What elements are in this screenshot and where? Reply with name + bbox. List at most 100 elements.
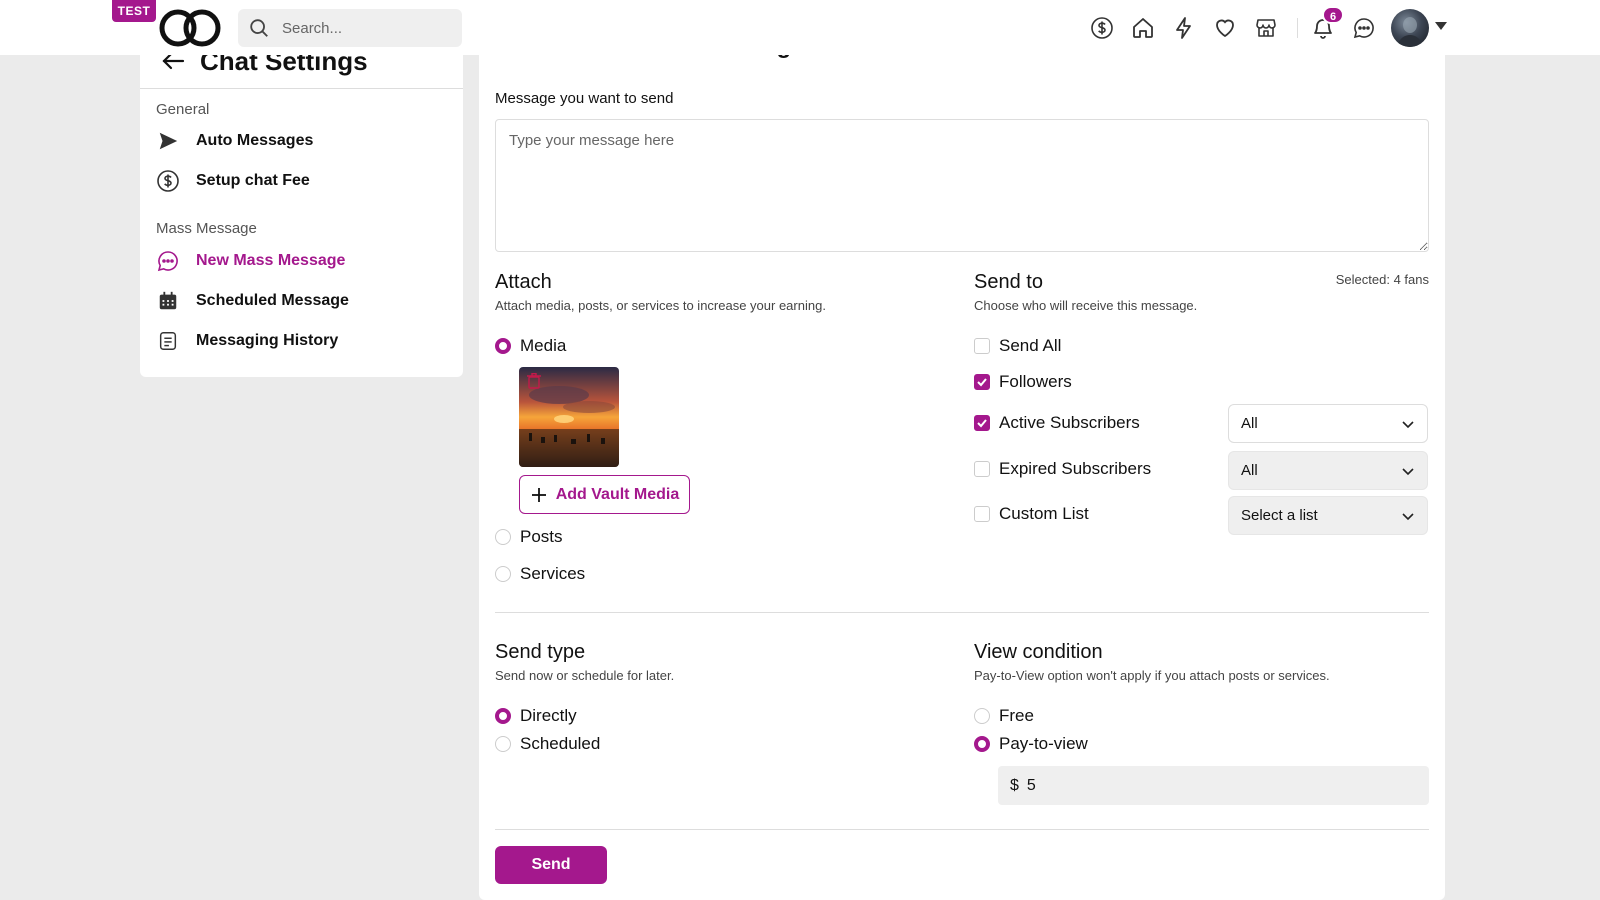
radio-button[interactable] [974, 708, 990, 724]
radio-button[interactable] [495, 529, 511, 545]
option-label: Free [999, 706, 1034, 725]
attached-media-thumbnail[interactable] [519, 367, 619, 467]
attach-option-posts[interactable]: Posts [495, 527, 563, 547]
attach-option-services[interactable]: Services [495, 564, 585, 584]
send-type-option-scheduled[interactable]: Scheduled [495, 734, 600, 754]
option-label: Send All [999, 336, 1062, 355]
custom-list-select[interactable]: Select a list [1228, 496, 1428, 535]
send-to-option-active-subscribers[interactable]: Active Subscribers [974, 413, 1140, 433]
select-value: All [1241, 415, 1258, 432]
checkmark-icon [977, 419, 987, 428]
dollar-icon[interactable] [1090, 16, 1114, 40]
send-type-subtitle: Send now or schedule for later. [495, 668, 675, 683]
option-label: Active Subscribers [999, 413, 1140, 432]
select-value: Select a list [1241, 507, 1318, 524]
sidebar-item-messaging-history[interactable]: Messaging History [156, 326, 338, 356]
nav-divider [1297, 18, 1298, 38]
active-subscribers-select[interactable]: All [1228, 404, 1428, 443]
logo-icon[interactable] [158, 8, 224, 48]
option-label: Directly [520, 706, 577, 725]
lightning-icon[interactable] [1172, 16, 1196, 40]
option-label: Media [520, 336, 567, 355]
sidebar-item-setup-chat-fee[interactable]: Setup chat Fee [156, 166, 310, 196]
expired-subscribers-select[interactable]: All [1228, 451, 1428, 490]
chevron-down-icon [1402, 420, 1414, 428]
notification-count-badge: 6 [1322, 6, 1344, 24]
view-condition-option-pay-to-view[interactable]: Pay-to-view [974, 734, 1088, 754]
calendar-icon [156, 289, 180, 313]
plus-icon [531, 487, 546, 502]
send-type-option-directly[interactable]: Directly [495, 706, 577, 726]
select-value: All [1241, 462, 1258, 479]
divider [495, 612, 1429, 613]
divider [140, 88, 463, 89]
checkbox[interactable] [974, 506, 990, 522]
send-to-option-custom-list[interactable]: Custom List [974, 504, 1089, 524]
heart-icon[interactable] [1213, 16, 1237, 40]
mass-message-panel: Send a new mass message Message you want… [479, 41, 1445, 900]
checkbox[interactable] [974, 461, 990, 477]
send-button[interactable]: Send [495, 846, 607, 884]
radio-button[interactable] [495, 708, 511, 724]
attach-subtitle: Attach media, posts, or services to incr… [495, 298, 826, 313]
checkmark-icon [977, 378, 987, 387]
test-badge: TEST [112, 0, 156, 22]
chat-icon[interactable] [1352, 16, 1376, 40]
send-to-option-expired-subscribers[interactable]: Expired Subscribers [974, 459, 1151, 479]
send-icon [156, 129, 180, 153]
attach-option-media[interactable]: Media [495, 336, 566, 356]
search-input[interactable] [282, 19, 442, 37]
price-input[interactable]: $ 5 [998, 766, 1429, 805]
option-label: Services [520, 564, 586, 583]
section-label-mass-message: Mass Message [156, 220, 257, 237]
chat-dots-icon [156, 249, 180, 273]
radio-button[interactable] [974, 736, 990, 752]
document-icon [156, 329, 180, 353]
message-label: Message you want to send [495, 90, 674, 107]
selected-fans-count: Selected: 4 fans [1335, 272, 1429, 287]
view-condition-subtitle: Pay-to-View option won't apply if you at… [974, 668, 1330, 683]
search-bar[interactable] [238, 9, 462, 47]
send-to-option-send-all[interactable]: Send All [974, 336, 1061, 356]
chevron-down-icon [1402, 512, 1414, 520]
send-to-option-followers[interactable]: Followers [974, 372, 1072, 392]
checkbox[interactable] [974, 374, 990, 390]
option-label: Followers [999, 372, 1072, 391]
view-condition-option-free[interactable]: Free [974, 706, 1034, 726]
price-value[interactable]: 5 [1027, 777, 1036, 795]
option-label: Posts [520, 527, 563, 546]
sidebar-item-label: Scheduled Message [196, 292, 349, 309]
send-to-heading: Send to [974, 271, 1043, 293]
radio-button[interactable] [495, 338, 511, 354]
radio-button[interactable] [495, 736, 511, 752]
checkbox[interactable] [974, 415, 990, 431]
checkbox[interactable] [974, 338, 990, 354]
button-label: Add Vault Media [555, 485, 680, 503]
sidebar-item-label: New Mass Message [196, 252, 346, 269]
radio-button[interactable] [495, 566, 511, 582]
send-type-heading: Send type [495, 641, 586, 663]
add-vault-media-button[interactable]: Add Vault Media [519, 475, 690, 514]
avatar[interactable] [1391, 9, 1429, 47]
sidebar-item-new-mass-message[interactable]: New Mass Message [156, 246, 345, 276]
sidebar-item-scheduled-message[interactable]: Scheduled Message [156, 286, 349, 316]
view-condition-heading: View condition [974, 641, 1103, 663]
currency-symbol: $ [1010, 776, 1019, 794]
sidebar-item-label: Auto Messages [196, 132, 314, 149]
store-icon[interactable] [1254, 16, 1278, 40]
sidebar-item-auto-messages[interactable]: Auto Messages [156, 126, 313, 156]
attach-heading: Attach [495, 271, 552, 293]
section-label-general: General [156, 101, 210, 118]
dollar-circle-icon [156, 169, 180, 193]
settings-sidebar: Chat Settings General Auto Messages Setu… [140, 46, 463, 377]
option-label: Expired Subscribers [999, 459, 1152, 478]
chevron-down-icon[interactable] [1435, 22, 1447, 30]
trash-icon[interactable] [527, 373, 541, 389]
message-textarea[interactable] [495, 119, 1429, 252]
chevron-down-icon [1402, 467, 1414, 475]
sidebar-item-label: Setup chat Fee [196, 172, 310, 189]
send-to-subtitle: Choose who will receive this message. [974, 298, 1198, 313]
home-icon[interactable] [1131, 16, 1155, 40]
divider [495, 829, 1429, 830]
sidebar-item-label: Messaging History [196, 332, 339, 349]
